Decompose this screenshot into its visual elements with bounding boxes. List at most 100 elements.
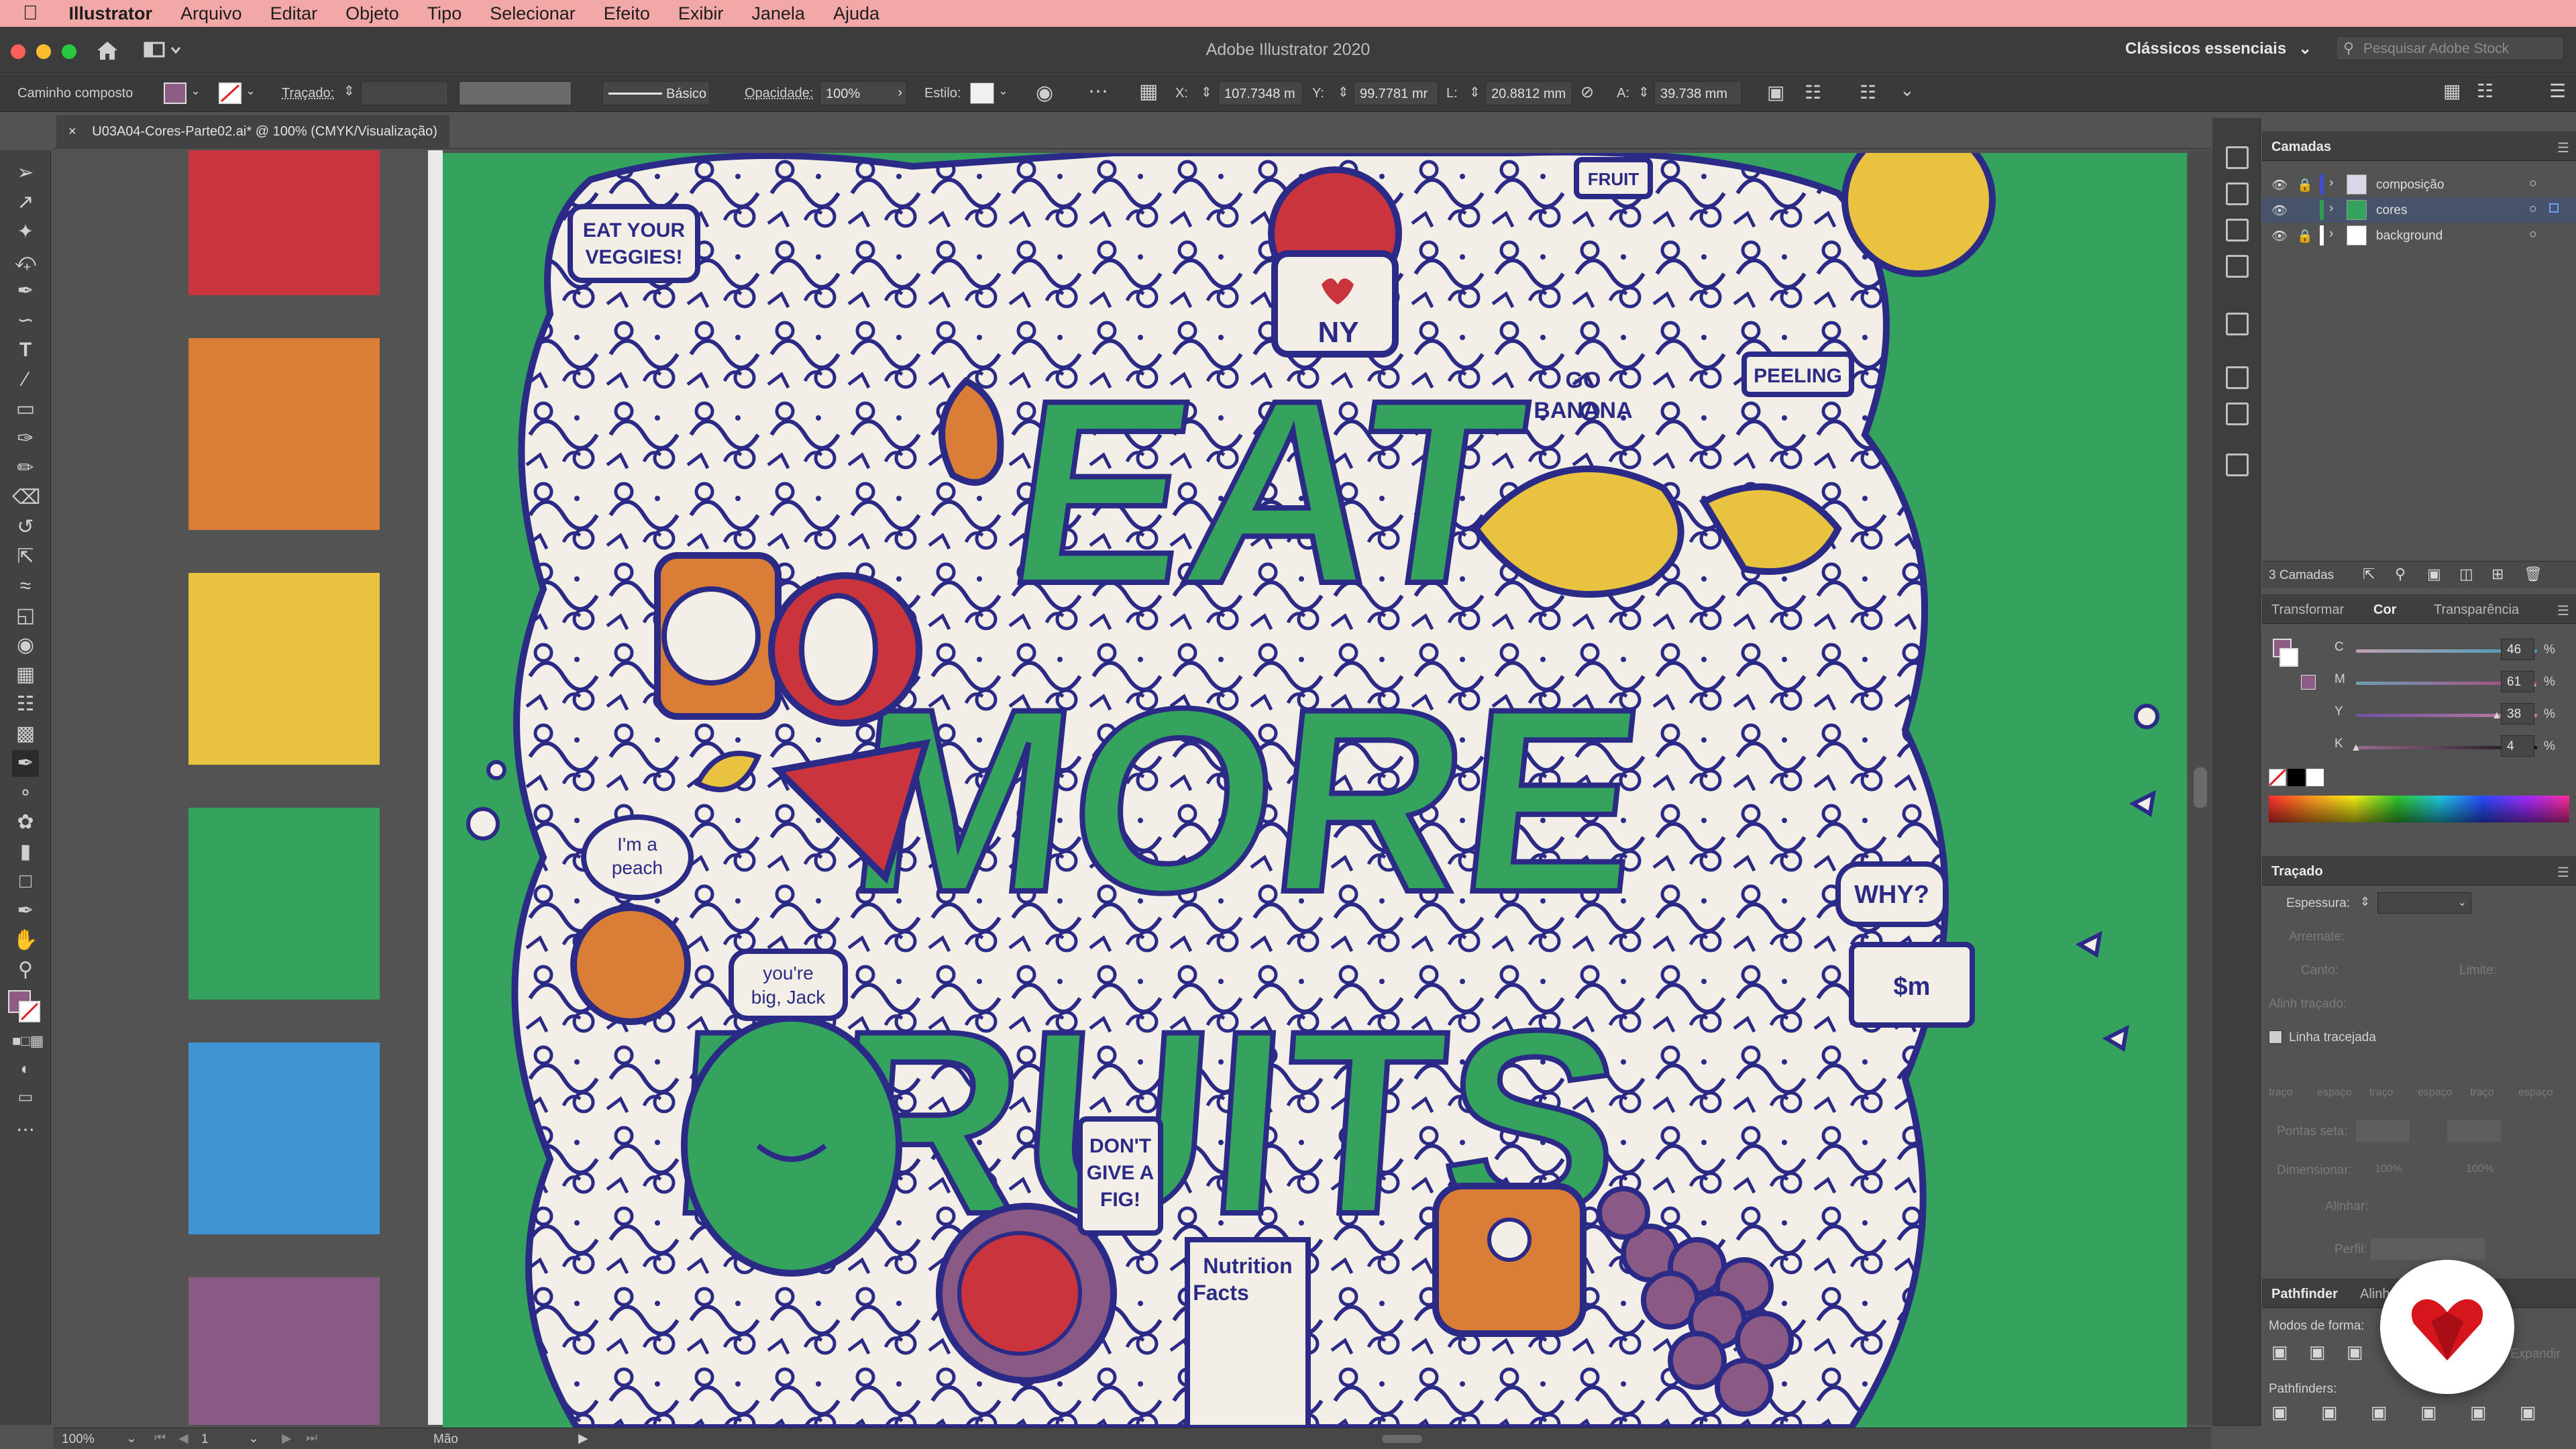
apple-menu-icon[interactable]:  (23, 2, 38, 25)
color-mode-icon[interactable]: ■□▦ (12, 1028, 44, 1055)
chevron-down-icon[interactable]: ⌄ (248, 1431, 259, 1446)
unite-icon[interactable]: ▣ (2271, 1342, 2288, 1362)
tab-cor[interactable]: Cor (2373, 602, 2396, 618)
perspective-grid-tool-icon[interactable]: ▦ (12, 661, 39, 688)
layer-name[interactable]: composição (2376, 178, 2444, 193)
workspace-switcher[interactable]: Clássicos essenciais ⌄ (2125, 39, 2312, 58)
locate-object-icon[interactable]: ⚲ (2395, 566, 2406, 583)
draw-mode-icon[interactable]: ◐ (12, 1056, 39, 1083)
blend-tool-icon[interactable]: ∘ (12, 780, 39, 806)
graphic-style-swatch[interactable] (970, 83, 994, 104)
tab-transparencia[interactable]: Transparência (2434, 602, 2519, 618)
chevron-down-icon[interactable]: ⌄ (246, 84, 256, 98)
channel-value-y[interactable]: 38 (2501, 703, 2534, 724)
next-artboard-icon[interactable]: ▶ (282, 1431, 292, 1446)
menu-editar[interactable]: Editar (270, 3, 318, 24)
last-color-swatch[interactable] (2301, 675, 2316, 690)
menu-janela[interactable]: Janela (751, 3, 805, 24)
first-artboard-icon[interactable]: ⏮ (154, 1431, 166, 1446)
dashed-line-checkbox[interactable] (2269, 1030, 2282, 1044)
expand-button[interactable]: Expandir (2510, 1347, 2561, 1362)
panel-menu-icon[interactable]: ☰ (2557, 140, 2569, 156)
x-stepper[interactable]: ⇕ (1201, 84, 1212, 101)
pencil-tool-icon[interactable]: ✏ (12, 455, 39, 482)
white-swatch[interactable] (2306, 769, 2324, 786)
direct-selection-tool-icon[interactable]: ↗ (12, 189, 39, 216)
chevron-right-icon[interactable]: › (2329, 201, 2333, 216)
layer-row-composicao[interactable]: 👁 🔒 › composição ○ (2262, 172, 2576, 197)
chevron-down-icon[interactable]: ⌄ (126, 1431, 137, 1446)
reference-point-icon[interactable]: ▦ (1139, 80, 1158, 103)
panel-menu-icon[interactable]: ☰ (2557, 864, 2569, 881)
variable-width-profile[interactable] (459, 81, 572, 105)
layer-row-cores[interactable]: 👁 › cores ○ (2262, 197, 2576, 223)
magic-wand-tool-icon[interactable]: ✦ (12, 219, 39, 246)
layer-name[interactable]: cores (2376, 203, 2407, 218)
panel-options-icon[interactable]: ☷ (2477, 80, 2493, 102)
curvature-tool-icon[interactable]: ∽ (12, 307, 39, 334)
last-artboard-icon[interactable]: ⏭ (306, 1431, 317, 1446)
type-tool-icon[interactable]: T (12, 337, 39, 364)
edit-toolbar-icon[interactable]: ⋯ (12, 1116, 39, 1143)
chevron-down-icon[interactable]: ⌄ (998, 84, 1008, 98)
outline-icon[interactable]: ▣ (2470, 1402, 2487, 1423)
stock-search-input[interactable]: ⚲ Pesquisar Adobe Stock (2336, 36, 2564, 60)
mesh-tool-icon[interactable]: ☷ (12, 691, 39, 718)
constrain-proportions-icon[interactable]: ⊘ (1580, 83, 1594, 102)
target-icon[interactable]: ○ (2529, 202, 2536, 217)
selection-tool-icon[interactable]: ➢ (12, 160, 39, 186)
merge-icon[interactable]: ▣ (2371, 1402, 2387, 1423)
horizontal-scrollbar[interactable] (604, 1435, 2200, 1443)
start-arrowhead-select[interactable] (2356, 1120, 2410, 1142)
brush-definition-dropdown[interactable]: Básico (602, 81, 710, 105)
color-spectrum-bar[interactable] (2269, 796, 2569, 822)
y-stepper[interactable]: ⇕ (1338, 84, 1349, 101)
intersect-icon[interactable]: ▣ (2347, 1342, 2363, 1362)
width-stepper[interactable]: ⇕ (1469, 84, 1481, 101)
chevron-down-icon[interactable]: ⌄ (191, 84, 201, 98)
lasso-tool-icon[interactable]: ⤽ (12, 248, 39, 275)
zoom-level[interactable]: 100% (62, 1432, 95, 1447)
appearance-panel-icon[interactable] (2226, 366, 2249, 389)
artboard-artwork[interactable]: EAT MORE FRUITS NY EAT YOUR VEGGIES! GO … (443, 153, 2187, 1428)
color-swatch-blue[interactable] (189, 1042, 380, 1234)
target-icon[interactable]: ○ (2529, 227, 2536, 242)
panel-menu-icon[interactable]: ☰ (2557, 602, 2569, 619)
none-swatch[interactable] (2268, 768, 2287, 787)
collect-for-export-icon[interactable]: ⇱ (2363, 566, 2375, 583)
minus-front-icon[interactable]: ▣ (2309, 1342, 2326, 1362)
layer-name[interactable]: background (2376, 229, 2443, 244)
menu-app-illustrator[interactable]: Illustrator (69, 3, 153, 24)
opacity-field[interactable]: 100% › (820, 81, 907, 105)
lock-icon[interactable]: 🔒 (2297, 228, 2313, 244)
divide-icon[interactable]: ▣ (2271, 1402, 2288, 1423)
stroke-weight-stepper[interactable]: ⇕ (2360, 895, 2370, 909)
close-tab-icon[interactable]: × (68, 124, 76, 139)
hand-tool-icon[interactable]: ✋ (12, 927, 39, 954)
graphic-styles-panel-icon[interactable] (2226, 402, 2249, 425)
tab-transformar[interactable]: Transformar (2271, 602, 2344, 618)
recolor-artwork-icon[interactable]: ◉ (1036, 81, 1053, 105)
slice-tool-icon[interactable]: ✒ (12, 898, 39, 924)
symbol-sprayer-tool-icon[interactable]: ✿ (12, 809, 39, 836)
line-segment-tool-icon[interactable]: ∕ (12, 366, 39, 393)
selection-indicator[interactable] (2549, 203, 2559, 213)
stroke-swatch[interactable] (19, 1001, 40, 1022)
properties-panel-icon[interactable] (2226, 146, 2249, 169)
stroke-weight-field[interactable] (361, 81, 448, 105)
trim-icon[interactable]: ▣ (2321, 1402, 2338, 1423)
menu-objeto[interactable]: Objeto (345, 3, 399, 24)
more-options-icon[interactable]: ⌄ (1900, 80, 1915, 101)
panel-layout-icon[interactable]: ▦ (2443, 80, 2461, 102)
rectangle-tool-icon[interactable]: ▭ (12, 396, 39, 423)
status-menu-arrow-icon[interactable]: ▶ (578, 1431, 588, 1446)
control-bar-menu-icon[interactable]: ☰ (2549, 80, 2566, 102)
rotate-tool-icon[interactable]: ↺ (12, 514, 39, 541)
stroke-weight-stepper[interactable]: ⇕ (343, 83, 355, 99)
transform-icon[interactable]: ▣ (1767, 81, 1784, 103)
warp-tool-icon[interactable]: ≈ (12, 573, 39, 600)
new-layer-icon[interactable]: ⊞ (2491, 566, 2504, 583)
brushes-panel-icon[interactable] (2226, 219, 2249, 241)
menu-tipo[interactable]: Tipo (427, 3, 462, 24)
tab-pathfinder[interactable]: Pathfinder (2271, 1287, 2338, 1302)
